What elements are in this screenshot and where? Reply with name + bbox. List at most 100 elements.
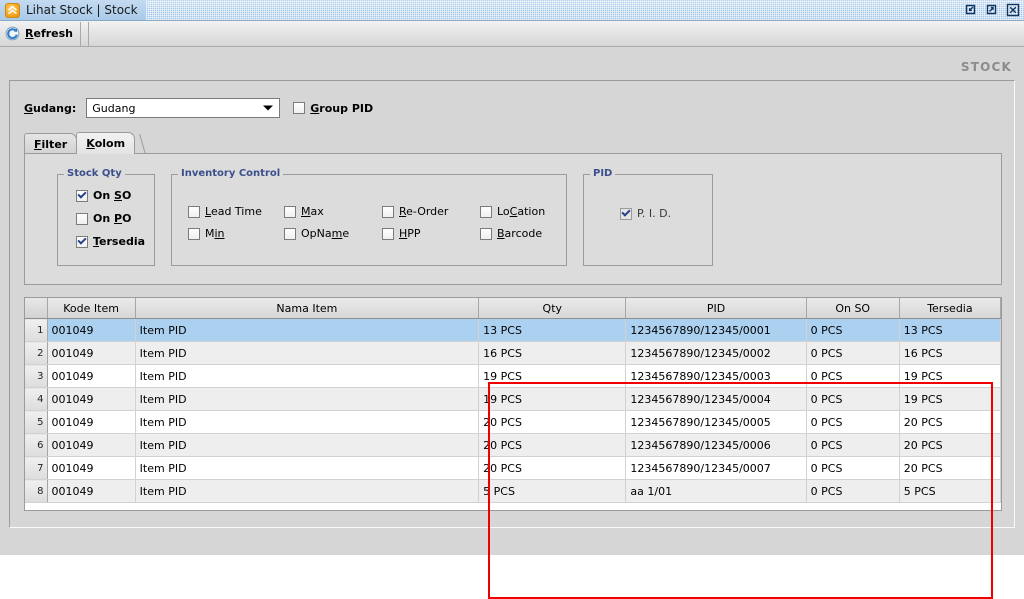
checkbox-opname[interactable]: OpName	[284, 227, 382, 240]
cell-on-so: 0 PCS	[806, 364, 900, 388]
checkbox-on-so-label: On SO	[93, 189, 131, 202]
cell-pid: 1234567890/12345/0001	[625, 318, 807, 342]
maximize-icon[interactable]	[984, 2, 999, 17]
cell-tersedia: 20 PCS	[899, 410, 1001, 434]
lead-time-post: ead Time	[210, 205, 262, 218]
page-title: STOCK	[960, 60, 1012, 74]
gudang-mnemonic: G	[24, 101, 34, 115]
group-pid-label: Group PID	[310, 102, 373, 115]
row-number: 5	[25, 410, 48, 434]
re-order-post: e-Order	[406, 205, 449, 218]
cell-kode-item: 001049	[47, 341, 136, 365]
opname-post: e	[342, 227, 350, 240]
group-pid: PID P. I. D.	[583, 168, 713, 266]
checkbox-tersedia-label: Tersedia	[93, 235, 145, 248]
window-title: Lihat Stock | Stock	[26, 3, 138, 17]
gudang-combobox[interactable]: Gudang	[86, 98, 281, 118]
checkbox-lead-time[interactable]: Lead Time	[188, 205, 284, 218]
max-mnemonic: M	[301, 205, 311, 218]
barcode-mnemonic: B	[497, 227, 505, 240]
column-header-on-so[interactable]: On SO	[806, 298, 900, 319]
cell-on-so: 0 PCS	[806, 410, 900, 434]
table-row[interactable]: 7 001049 Item PID 20 PCS 1234567890/1234…	[25, 456, 1001, 480]
tab-kolom[interactable]: Kolom	[76, 132, 136, 154]
row-number: 4	[25, 387, 48, 411]
minimize-icon[interactable]	[963, 2, 978, 17]
checkbox-location-box	[480, 205, 492, 218]
cell-nama-item: Item PID	[135, 341, 480, 365]
cell-qty: 16 PCS	[478, 341, 627, 365]
cell-qty: 20 PCS	[478, 410, 627, 434]
checkbox-tersedia[interactable]: Tersedia	[76, 235, 145, 248]
cell-tersedia: 5 PCS	[899, 479, 1001, 503]
table-row[interactable]: 4 001049 Item PID 19 PCS 1234567890/1234…	[25, 387, 1001, 411]
toolbar: Refresh	[0, 21, 1024, 47]
opname-pre: OpNa	[301, 227, 332, 240]
cell-tersedia: 19 PCS	[899, 364, 1001, 388]
stock-table-body: 1 001049 Item PID 13 PCS 1234567890/1234…	[25, 318, 1001, 503]
group-pid-label-rest: roup PID	[319, 101, 374, 115]
title-bar: Lihat Stock | Stock	[0, 0, 1024, 21]
min-first: M	[205, 227, 215, 240]
table-row[interactable]: 1 001049 Item PID 13 PCS 1234567890/1234…	[25, 318, 1001, 342]
checkbox-pid-label: P. I. D.	[637, 207, 672, 220]
cell-nama-item: Item PID	[135, 387, 480, 411]
main-panel: Gudang: Gudang Group PID Filter Kolom St…	[9, 80, 1015, 599]
cell-on-so: 0 PCS	[806, 433, 900, 457]
checkbox-max[interactable]: Max	[284, 205, 382, 218]
column-header-kode-item[interactable]: Kode Item	[47, 298, 136, 319]
cell-qty: 19 PCS	[478, 364, 627, 388]
checkbox-max-box	[284, 205, 296, 218]
checkbox-re-order[interactable]: Re-Order	[382, 205, 480, 218]
cell-nama-item: Item PID	[135, 433, 480, 457]
refresh-button[interactable]: Refresh	[0, 21, 81, 46]
cell-kode-item: 001049	[47, 456, 136, 480]
group-pid-checkbox[interactable]: Group PID	[293, 102, 373, 115]
kolom-tab-panel: Stock Qty On SO On PO Tersedia Inventory…	[24, 153, 1002, 285]
cell-tersedia: 13 PCS	[899, 318, 1001, 342]
table-row[interactable]: 5 001049 Item PID 20 PCS 1234567890/1234…	[25, 410, 1001, 434]
checkbox-location-label: LoCation	[497, 205, 545, 218]
group-pid-title: PID	[590, 168, 616, 179]
hpp-post: PP	[407, 227, 421, 240]
cell-kode-item: 001049	[47, 318, 136, 342]
stock-table[interactable]: Kode Item Nama Item Qty PID On SO Tersed…	[24, 297, 1002, 511]
tab-kolom-label: olom	[94, 137, 126, 150]
table-row[interactable]: 8 001049 Item PID 5 PCS aa 1/01 0 PCS 5 …	[25, 479, 1001, 503]
cell-on-so: 0 PCS	[806, 341, 900, 365]
min-mnemonic-post: in	[214, 227, 225, 240]
stock-table-head: Kode Item Nama Item Qty PID On SO Tersed…	[25, 298, 1001, 319]
checkbox-hpp[interactable]: HPP	[382, 227, 480, 240]
table-row[interactable]: 6 001049 Item PID 20 PCS 1234567890/1234…	[25, 433, 1001, 457]
tab-filter[interactable]: Filter	[24, 133, 78, 154]
column-header-nama-item[interactable]: Nama Item	[135, 298, 480, 319]
row-number: 2	[25, 341, 48, 365]
on-so-post: O	[121, 189, 132, 202]
gudang-label: Gudang:	[24, 102, 76, 115]
close-icon[interactable]	[1005, 2, 1020, 17]
checkbox-location[interactable]: LoCation	[480, 205, 578, 218]
location-pre: Lo	[497, 205, 510, 218]
cell-qty: 19 PCS	[478, 387, 627, 411]
column-header-rownum[interactable]	[25, 298, 48, 319]
column-header-pid[interactable]: PID	[625, 298, 807, 319]
refresh-label-rest: efresh	[33, 27, 73, 40]
on-po-post: O	[122, 212, 132, 225]
checkbox-on-po[interactable]: On PO	[76, 212, 131, 225]
column-header-qty[interactable]: Qty	[478, 298, 627, 319]
cell-nama-item: Item PID	[135, 456, 480, 480]
table-row[interactable]: 2 001049 Item PID 16 PCS 1234567890/1234…	[25, 341, 1001, 365]
checkbox-on-so[interactable]: On SO	[76, 189, 131, 202]
checkbox-min[interactable]: Min	[188, 227, 284, 240]
checkbox-barcode[interactable]: Barcode	[480, 227, 578, 240]
table-row[interactable]: 3 001049 Item PID 19 PCS 1234567890/1234…	[25, 364, 1001, 388]
cell-qty: 13 PCS	[478, 318, 627, 342]
cell-tersedia: 20 PCS	[899, 456, 1001, 480]
cell-kode-item: 001049	[47, 410, 136, 434]
checkbox-pid[interactable]: P. I. D.	[620, 207, 671, 220]
chevron-down-icon	[263, 105, 274, 111]
checkbox-on-po-label: On PO	[93, 212, 131, 225]
column-header-tersedia[interactable]: Tersedia	[899, 298, 1001, 319]
refresh-label: Refresh	[25, 27, 73, 40]
group-pid-mnemonic: G	[310, 101, 320, 115]
